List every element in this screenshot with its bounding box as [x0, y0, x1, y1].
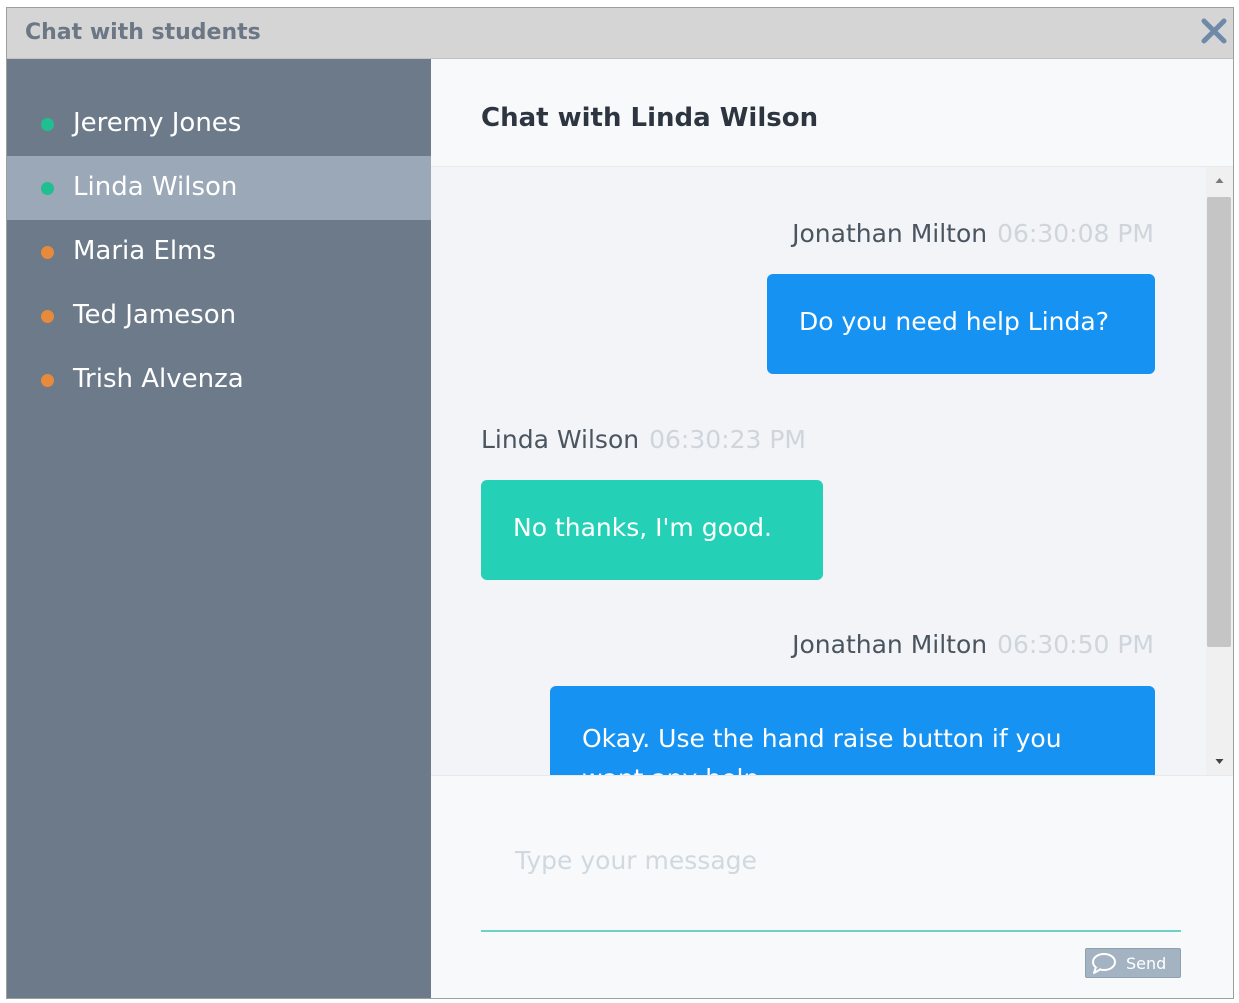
- scroll-down-arrow-icon[interactable]: [1206, 751, 1233, 771]
- message-timestamp: 06:30:08 PM: [997, 219, 1154, 248]
- message-sender: Jonathan Milton: [792, 219, 988, 248]
- message-timestamp: 06:30:23 PM: [649, 425, 806, 454]
- message-sender: Jonathan Milton: [792, 630, 988, 659]
- message-meta: Jonathan Milton 06:30:08 PM: [792, 219, 1154, 248]
- message-bubble-student: No thanks, I'm good.: [481, 480, 823, 580]
- chat-title: Chat with Linda Wilson: [481, 103, 819, 133]
- message-sender: Linda Wilson: [481, 425, 640, 454]
- student-name: Jeremy Jones: [73, 108, 242, 138]
- chat-bubble-icon: [1091, 952, 1117, 978]
- away-status-icon: [41, 374, 54, 387]
- scrollbar-thumb[interactable]: [1207, 197, 1231, 647]
- student-name: Maria Elms: [73, 236, 216, 266]
- message-bubble-tutor: Do you need help Linda?: [767, 274, 1155, 374]
- send-button[interactable]: Send: [1085, 948, 1181, 978]
- student-item-jeremy-jones[interactable]: Jeremy Jones: [7, 92, 431, 156]
- chat-header: Chat with Linda Wilson: [431, 59, 1233, 167]
- message-scrollbar[interactable]: [1206, 167, 1233, 775]
- message-meta: Jonathan Milton 06:30:50 PM: [792, 630, 1154, 659]
- student-name: Linda Wilson: [73, 172, 238, 202]
- student-item-linda-wilson[interactable]: Linda Wilson: [7, 156, 431, 220]
- student-name: Ted Jameson: [73, 300, 237, 330]
- close-icon[interactable]: [1199, 16, 1229, 46]
- away-status-icon: [41, 310, 54, 323]
- dialog-title: Chat with students: [25, 20, 261, 45]
- student-list: Jeremy Jones Linda Wilson Maria Elms Ted…: [7, 59, 431, 998]
- chat-dialog: Chat with students Jeremy Jones Linda Wi…: [6, 7, 1234, 999]
- message-timestamp: 06:30:50 PM: [997, 630, 1154, 659]
- message-composer: Send: [431, 775, 1233, 998]
- message-text: Okay. Use the hand raise button if you w…: [582, 724, 1062, 775]
- message-text: No thanks, I'm good.: [513, 513, 772, 542]
- message-meta: Linda Wilson 06:30:23 PM: [481, 425, 806, 454]
- away-status-icon: [41, 246, 54, 259]
- message-bubble-tutor: Okay. Use the hand raise button if you w…: [550, 686, 1155, 775]
- student-item-ted-jameson[interactable]: Ted Jameson: [7, 284, 431, 348]
- student-item-maria-elms[interactable]: Maria Elms: [7, 220, 431, 284]
- scroll-up-arrow-icon[interactable]: [1206, 171, 1233, 191]
- dialog-titlebar: Chat with students: [7, 8, 1233, 59]
- chat-panel: Chat with Linda Wilson Jonathan Milton 06…: [431, 59, 1233, 998]
- student-name: Trish Alvenza: [73, 364, 244, 394]
- send-label: Send: [1126, 954, 1167, 973]
- message-input[interactable]: [481, 828, 1181, 932]
- message-text: Do you need help Linda?: [799, 307, 1109, 336]
- student-item-trish-alvenza[interactable]: Trish Alvenza: [7, 348, 431, 412]
- message-list[interactable]: Jonathan Milton 06:30:08 PM Do you need h…: [431, 167, 1206, 775]
- online-status-icon: [41, 182, 54, 195]
- online-status-icon: [41, 118, 54, 131]
